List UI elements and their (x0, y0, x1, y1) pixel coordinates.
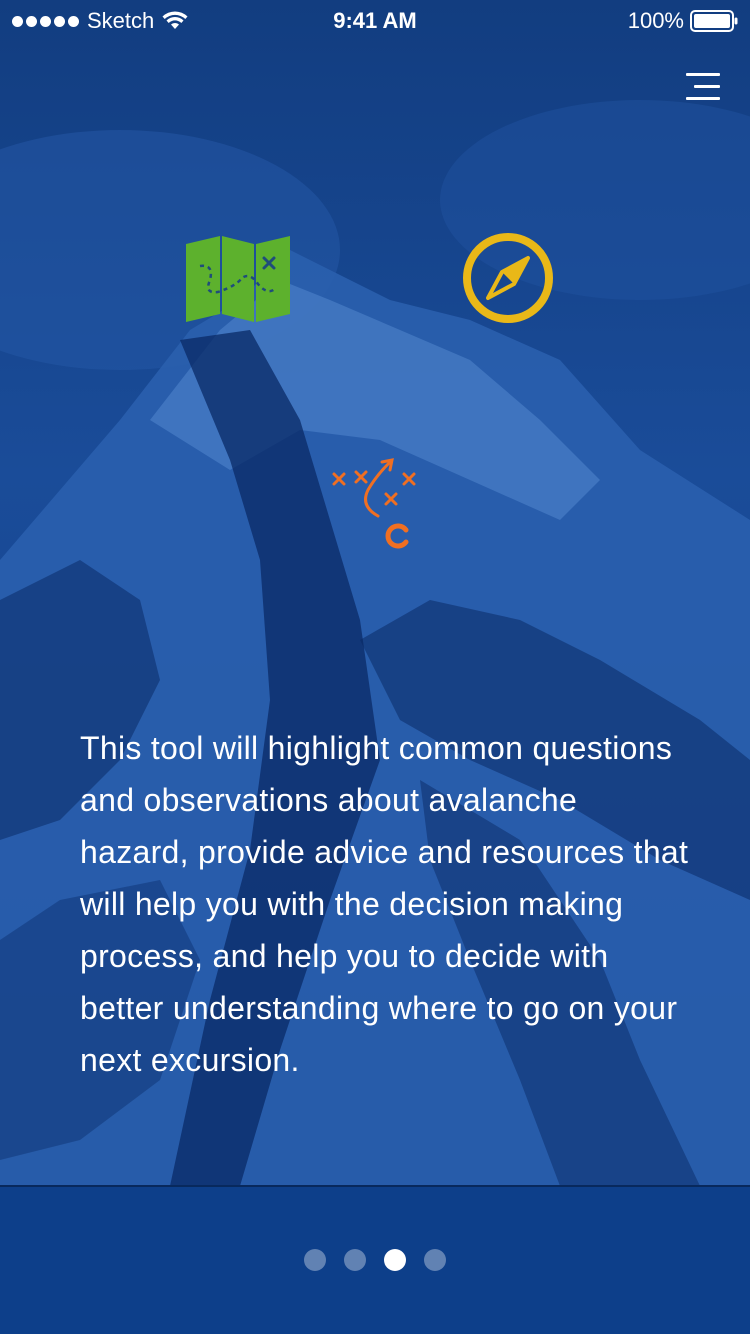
page-dot-2[interactable] (344, 1249, 366, 1271)
onboarding-screen: Sketch 9:41 AM 100% This tool will highl… (0, 0, 750, 1334)
battery-percentage: 100% (627, 8, 684, 33)
page-dot-3-active[interactable] (384, 1249, 406, 1271)
status-bar: Sketch 9:41 AM 100% (0, 0, 750, 40)
page-dot-1[interactable] (304, 1249, 326, 1271)
game-plan-icon (332, 458, 416, 549)
page-dot-4[interactable] (424, 1249, 446, 1271)
intro-description: This tool will highlight common question… (80, 730, 689, 1078)
status-right: 100% (628, 8, 738, 34)
hamburger-menu-icon[interactable] (680, 66, 726, 106)
map-icon (186, 236, 290, 322)
page-indicator (0, 1249, 750, 1271)
battery-icon (690, 10, 738, 32)
compass-icon (463, 233, 553, 323)
